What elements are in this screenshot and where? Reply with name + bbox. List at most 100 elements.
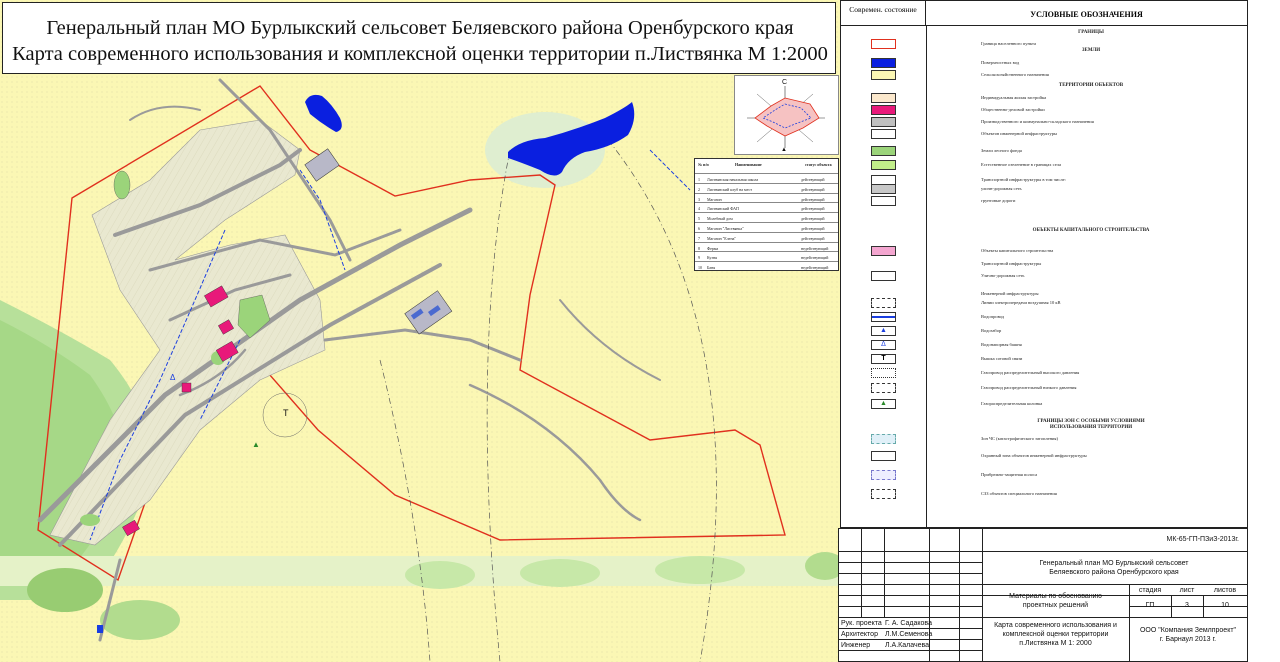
green-patch: [27, 568, 103, 612]
legend-state-header: Совремeн. состояние: [841, 1, 926, 26]
map-title-stamp-1: Карта современного использования и: [994, 622, 1117, 629]
green-patch: [655, 556, 745, 584]
svg-text:▲: ▲: [781, 147, 787, 153]
cell-tower-symbol: T: [283, 408, 289, 418]
green-patch: [520, 559, 600, 587]
legend-item: Земли лесного фонда: [841, 146, 1247, 158]
general-plan-sheet: T ▲ Δ Генеральный план МО Бурлыкский сел…: [0, 0, 1280, 662]
doc-code: МК-65-ГП-ПЗиЗ-2013г.: [1166, 536, 1239, 543]
map-title-block: Генеральный план МО Бурлыкский сельсовет…: [2, 2, 836, 74]
objects-table: № п/п Наименование статус объекта 1 Листв…: [694, 158, 839, 271]
objects-table-cell: 5: [698, 216, 700, 222]
plan-title-2: Беляевского района Оренбурского края: [1049, 569, 1179, 576]
legend-item: Индивидуальная жилая застройка: [841, 93, 1247, 105]
green-area: [80, 514, 100, 526]
map-title-line-2: Карта современного использования и компл…: [12, 43, 828, 65]
name-1: Г. А. Садакова: [885, 620, 932, 627]
role-3: Инженер: [841, 642, 871, 649]
legend-item: уличн-дорожная сеть: [841, 184, 1247, 196]
objects-table-cell: недействующий: [801, 265, 829, 271]
objects-table-cell: 9: [698, 255, 700, 261]
legend-item: Газопровод распределительный высокого да…: [841, 368, 1247, 380]
objects-table-cell: действующий: [801, 196, 825, 202]
materials-2: проектных решений: [1022, 602, 1089, 609]
company-city: г. Барнаул 2013 г.: [1159, 636, 1217, 643]
legend-item: Сельскохозяйственного назначения: [841, 70, 1247, 82]
objects-table-cell: 8: [698, 245, 700, 251]
legend-section-zones-2: ИСПОЛЬЗОВАНИЯ ТЕРРИТОРИИ: [1049, 425, 1133, 430]
water-tower-icon: Δ: [871, 340, 896, 350]
objects-table-cell: Магазин "Елена": [707, 235, 737, 241]
legend-section-zones-1: ГРАНИЦЫ ЗОН С ОСОБЫМИ УСЛОВИЯМИ: [1037, 419, 1145, 424]
objects-table-cell: Листвянская начальная школа: [707, 177, 759, 182]
gas-station-icon: ▲: [871, 399, 896, 409]
legend-item: Улично-дорожная сеть: [841, 271, 1247, 283]
legend-item: Общественно-деловой застройки: [841, 105, 1247, 117]
objects-table-cell: 3: [698, 196, 700, 202]
objects-table-cell: Магазин "Листвянка": [707, 226, 744, 231]
role-1: Рук. проекта: [841, 620, 882, 627]
objects-table-cell: Баня: [707, 265, 716, 271]
legend-item: Газопровод распределительный низкого дав…: [841, 383, 1247, 395]
water-tower-symbol: Δ: [170, 373, 176, 382]
legend-item: Объекты капитального строительства: [841, 246, 1247, 258]
objects-table-cell: 6: [698, 226, 700, 231]
gas-station-symbol: ▲: [252, 440, 260, 449]
legend-item: Зон ЧС (катастрофического затопления): [841, 434, 1247, 446]
materials-1: Материалы по обоснованию: [1009, 593, 1102, 600]
stage-value: ГП: [1145, 602, 1155, 609]
legend-item: СЗЗ объектов специального назначения: [841, 489, 1247, 501]
objects-table-cell: 4: [698, 206, 700, 212]
green-patch: [100, 600, 180, 640]
legend-item: Δ Водонапорная башня: [841, 340, 1247, 352]
legend-item: Линии электропередачи воздушная 10 кВ: [841, 298, 1247, 310]
objects-table-cell: 2: [698, 186, 700, 192]
legend-section-lands: ЗЕМЛИ: [1081, 48, 1101, 53]
objects-table-cell: действующий: [801, 216, 825, 222]
green-patch: [405, 561, 475, 589]
wind-rose: С ▲: [734, 75, 839, 155]
name-3: Л.А.Калачева: [885, 642, 930, 649]
legend-section-capital: ОБЪЕКТЫ КАПИТАЛЬНОГО СТРОИТЕЛЬСТВА: [1032, 228, 1150, 233]
water-intake-symbol: [97, 625, 103, 633]
map-area[interactable]: T ▲ Δ: [0, 0, 840, 662]
plan-title-1: Генеральный план МО Бурлыкский сельсовет: [1039, 560, 1189, 567]
legend-item: Поверхностных вод: [841, 58, 1247, 70]
legend-item: Транспортной инфраструктуры: [981, 261, 1042, 266]
objects-table-cell: 10: [698, 265, 702, 271]
cell-tower-icon: T: [871, 354, 896, 364]
legend-item: Объектов инженерной инфраструктуры: [841, 129, 1247, 141]
water-intake-icon: ▲: [871, 326, 896, 336]
objects-table-cell: Ферма: [707, 245, 719, 251]
stage-header: стадия: [1138, 587, 1162, 594]
legend-item: ▲ Водозабор: [841, 326, 1247, 338]
legend-item: Водопровод: [841, 312, 1247, 324]
legend-panel: Совремeн. состояние УСЛОВНЫЕ ОБОЗНАЧЕНИЯ…: [840, 0, 1248, 528]
legend-item: Естественное озеленение в границах села: [841, 160, 1247, 172]
objects-table-cell: Листвянский клуб на мест: [707, 186, 752, 192]
name-2: Л.М.Семенова: [885, 631, 933, 638]
legend-item: Прибрежно-защитная полоса: [841, 470, 1247, 482]
map-title-stamp-3: п.Листвянка М 1: 2000: [1019, 640, 1092, 647]
legend-section-borders: ГРАНИЦЫ: [1078, 30, 1104, 35]
legend-item: ▲ Газораспределительная колонка: [841, 399, 1247, 411]
objects-table-cell: действующий: [801, 177, 825, 182]
legend-title: УСЛОВНЫЕ ОБОЗНАЧЕНИЯ: [926, 1, 1247, 26]
sheet-value: 3: [1185, 602, 1189, 609]
map-title-stamp-2: комплексной оценки территории: [1002, 631, 1109, 638]
objects-table-cell: действующий: [801, 226, 825, 231]
objects-table-cell: недействующий: [801, 245, 829, 251]
legend-item: T Вышка сотовой связи: [841, 354, 1247, 366]
sheets-header: листов: [1213, 587, 1237, 594]
north-label: С: [782, 79, 787, 86]
sheets-value: 10: [1221, 602, 1229, 609]
objects-table-cell: действующий: [801, 206, 825, 212]
objects-table-row: 10 Баня недействующий: [695, 261, 838, 272]
green-area: [113, 170, 131, 200]
legend-item: Производственного и коммунально-складско…: [841, 117, 1247, 129]
objects-table-cell: Магазин: [707, 196, 722, 202]
objects-table-cell: Молебный дом: [707, 216, 733, 222]
objects-table-cell: Кузня: [707, 255, 717, 261]
title-stamp: МК-65-ГП-ПЗиЗ-2013г. Генеральный план МО…: [838, 528, 1248, 662]
objects-table-cell: действующий: [801, 186, 825, 192]
